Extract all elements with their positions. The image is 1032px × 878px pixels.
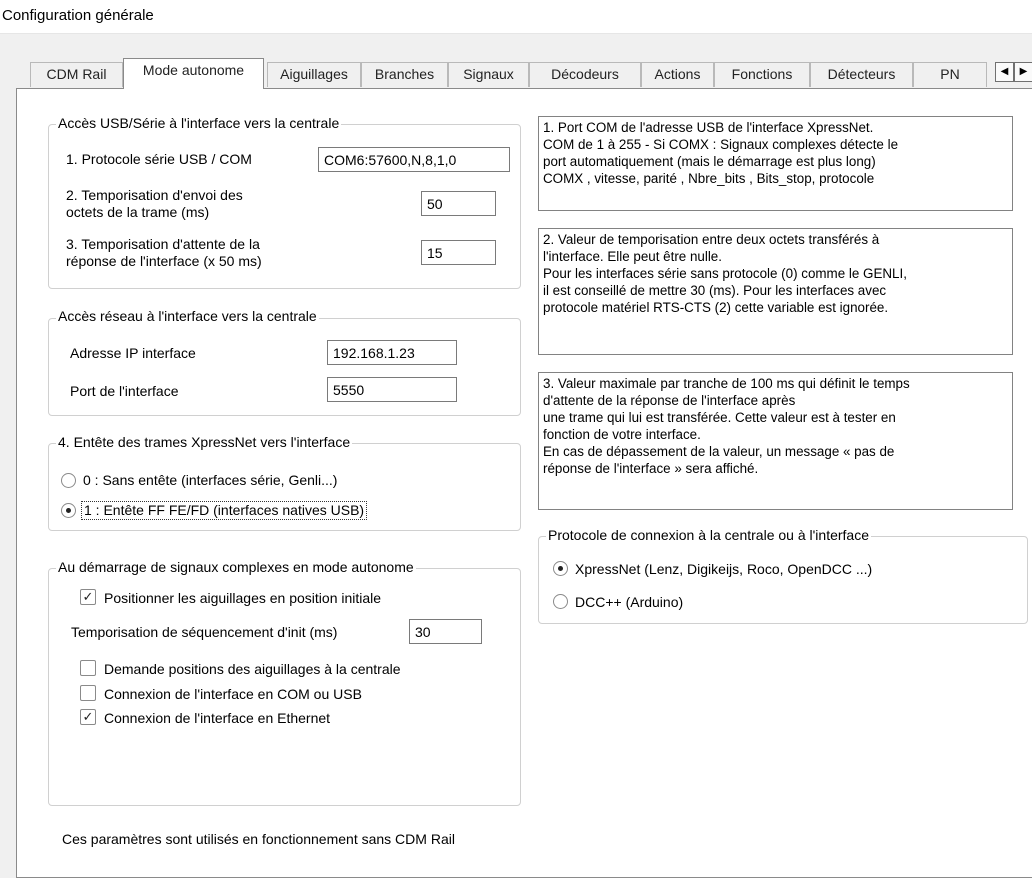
- tab-aiguillages[interactable]: Aiguillages: [267, 62, 361, 87]
- ask-positions-checkbox[interactable]: [80, 660, 96, 676]
- arrow-right-icon: ▶: [1019, 66, 1028, 77]
- startup-legend: Au démarrage de signaux complexes en mod…: [56, 559, 416, 575]
- tab-cdm-rail[interactable]: CDM Rail: [30, 62, 123, 87]
- tab-pn[interactable]: PN: [913, 62, 987, 87]
- tab-fonctions[interactable]: Fonctions: [714, 62, 810, 87]
- arrow-left-icon: ◀: [1000, 66, 1009, 77]
- network-legend: Accès réseau à l'interface vers la centr…: [56, 308, 319, 324]
- footer-note: Ces paramètres sont utilisés en fonction…: [62, 831, 455, 847]
- position-init-label[interactable]: Positionner les aiguillages en position …: [104, 590, 381, 607]
- conn-com-label[interactable]: Connexion de l'interface en COM ou USB: [104, 686, 362, 703]
- window-title: Configuration générale: [2, 7, 154, 24]
- tab-decodeurs[interactable]: Décodeurs: [529, 62, 641, 87]
- protocol-dcc-label[interactable]: DCC++ (Arduino): [575, 594, 683, 611]
- send-delay-label: 2. Temporisation d'envoi des octets de l…: [66, 187, 243, 220]
- header-frames-legend: 4. Entête des trames XpressNet vers l'in…: [56, 434, 353, 450]
- protocol-serial-input[interactable]: COM6:57600,N,8,1,0: [318, 147, 510, 172]
- port-label: Port de l'interface: [70, 383, 179, 399]
- protocol-dcc-radio[interactable]: [553, 594, 568, 609]
- header-option1-radio[interactable]: [61, 503, 76, 518]
- tab-scroll-right-button[interactable]: ▶: [1014, 62, 1032, 82]
- port-input[interactable]: 5550: [327, 377, 457, 402]
- help-text-wait-delay[interactable]: 3. Valeur maximale par tranche de 100 ms…: [538, 372, 1013, 510]
- header-option0-label[interactable]: 0 : Sans entête (interfaces série, Genli…: [83, 472, 337, 489]
- conn-eth-checkbox[interactable]: ✓: [80, 709, 96, 725]
- connection-protocol-legend: Protocole de connexion à la centrale ou …: [546, 527, 871, 543]
- seq-delay-label: Temporisation de séquencement d'init (ms…: [71, 624, 338, 640]
- ip-address-input[interactable]: 192.168.1.23: [327, 340, 457, 365]
- send-delay-input[interactable]: 50: [421, 191, 496, 216]
- wait-delay-label: 3. Temporisation d'attente de la réponse…: [66, 236, 262, 269]
- help-text-protocol[interactable]: 1. Port COM de l'adresse USB de l'interf…: [538, 116, 1013, 211]
- help-text-send-delay[interactable]: 2. Valeur de temporisation entre deux oc…: [538, 228, 1013, 355]
- tab-detecteurs[interactable]: Détecteurs: [810, 62, 913, 87]
- window-title-bar: Configuration générale: [0, 0, 1032, 34]
- tab-scroll-left-button[interactable]: ◀: [995, 62, 1014, 82]
- protocol-serial-label: 1. Protocole série USB / COM: [66, 151, 252, 167]
- ask-positions-label[interactable]: Demande positions des aiguillages à la c…: [104, 661, 401, 678]
- tab-actions[interactable]: Actions: [641, 62, 714, 87]
- protocol-xpressnet-radio[interactable]: [553, 561, 568, 576]
- tab-mode-autonome[interactable]: Mode autonome: [123, 58, 264, 89]
- header-option1-label[interactable]: 1 : Entête FF FE/FD (interfaces natives …: [81, 501, 368, 520]
- protocol-xpressnet-label[interactable]: XpressNet (Lenz, Digikeijs, Roco, OpenDC…: [575, 561, 872, 578]
- usb-serial-legend: Accès USB/Série à l'interface vers la ce…: [56, 115, 342, 131]
- wait-delay-input[interactable]: 15: [421, 240, 496, 265]
- ip-address-label: Adresse IP interface: [70, 345, 196, 361]
- conn-com-checkbox[interactable]: [80, 685, 96, 701]
- header-option0-radio[interactable]: [61, 473, 76, 488]
- tab-branches[interactable]: Branches: [361, 62, 448, 87]
- position-init-checkbox[interactable]: ✓: [80, 589, 96, 605]
- conn-eth-label[interactable]: Connexion de l'interface en Ethernet: [104, 710, 330, 727]
- seq-delay-input[interactable]: 30: [409, 619, 482, 644]
- tab-signaux[interactable]: Signaux: [448, 62, 529, 87]
